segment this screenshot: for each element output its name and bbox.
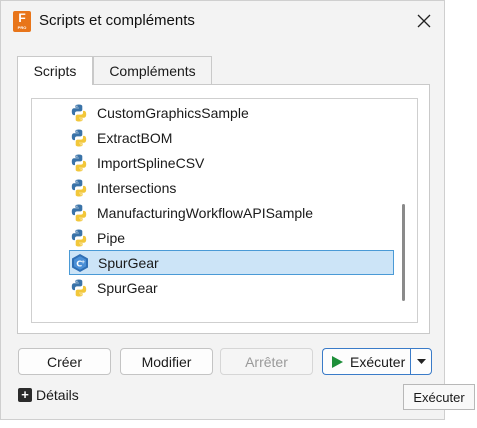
scripts-dialog: F PRO Scripts et compléments Scripts Com… [0, 0, 445, 420]
expand-plus-icon: + [18, 388, 32, 402]
python-icon [69, 153, 89, 173]
tab-scripts[interactable]: Scripts [17, 56, 93, 85]
list-item[interactable]: ExtractBOM [69, 125, 172, 150]
list-item-label: ExtractBOM [97, 129, 173, 146]
stop-button[interactable]: Arrêter [220, 348, 313, 375]
create-button-label: Créer [46, 353, 82, 370]
tab-scripts-label: Scripts [33, 63, 77, 79]
scripts-list[interactable]: CustomGraphicsSample ExtractBOM ImportSpli… [31, 98, 418, 323]
list-item[interactable]: ImportSplineCSV [69, 150, 204, 175]
details-toggle[interactable]: + Détails [18, 387, 79, 403]
list-item[interactable]: C + SpurGear [69, 250, 394, 275]
python-icon [69, 228, 89, 248]
python-icon [69, 128, 89, 148]
tab-complements-label: Compléments [109, 62, 196, 79]
list-item-label: Intersections [97, 179, 177, 196]
run-button-label: Exécuter [350, 353, 406, 370]
tooltip-text: Exécuter [413, 389, 465, 405]
cpp-icon: C + [70, 253, 90, 273]
scrollbar-thumb[interactable] [402, 204, 405, 301]
chevron-down-icon [416, 358, 426, 364]
python-icon [69, 178, 89, 198]
python-icon [69, 103, 89, 123]
play-icon [332, 355, 343, 368]
run-options-dropdown[interactable] [410, 348, 432, 375]
list-item-label: SpurGear [97, 279, 158, 296]
edit-button-label: Modifier [141, 353, 192, 370]
list-item-label: SpurGear [98, 254, 159, 271]
tab-complements[interactable]: Compléments [93, 56, 212, 84]
window-title: Scripts et compléments [39, 12, 195, 29]
scripts-panel: CustomGraphicsSample ExtractBOM ImportSpli… [17, 84, 430, 334]
app-icon-letter: F [18, 11, 26, 25]
close-icon [417, 14, 431, 28]
fusion-app-icon: F PRO [13, 11, 31, 32]
list-item[interactable]: SpurGear [69, 275, 158, 300]
list-item[interactable]: Intersections [69, 175, 176, 200]
run-tooltip: Exécuter [403, 384, 475, 410]
list-item-label: ManufacturingWorkflowAPISample [97, 204, 314, 221]
list-item[interactable]: ManufacturingWorkflowAPISample [69, 200, 313, 225]
stop-button-label: Arrêter [245, 353, 288, 370]
list-item[interactable]: Pipe [69, 225, 125, 250]
details-label: Détails [36, 387, 79, 403]
python-icon [69, 203, 89, 223]
list-item-label: CustomGraphicsSample [97, 104, 249, 121]
python-icon [69, 278, 89, 298]
edit-button[interactable]: Modifier [120, 348, 213, 375]
title-bar: F PRO Scripts et compléments [1, 1, 446, 41]
create-button[interactable]: Créer [18, 348, 111, 375]
close-button[interactable] [409, 7, 439, 35]
app-icon-sub: PRO [17, 25, 27, 30]
list-item[interactable]: CustomGraphicsSample [69, 100, 249, 125]
svg-text:+: + [81, 259, 85, 265]
list-item-label: Pipe [97, 229, 126, 246]
list-item-label: ImportSplineCSV [97, 154, 205, 171]
run-button[interactable]: Exécuter [322, 348, 410, 375]
